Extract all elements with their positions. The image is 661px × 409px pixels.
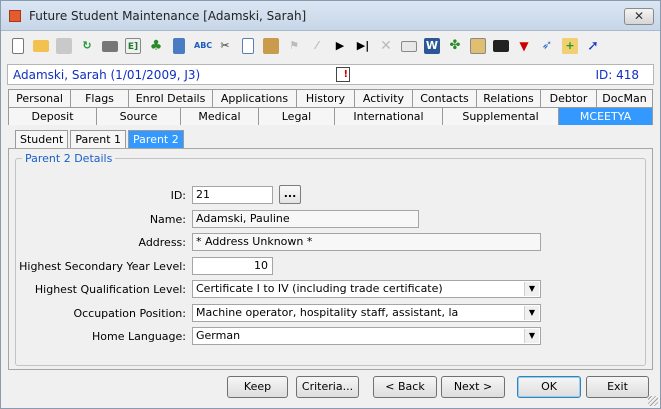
- play-icon[interactable]: ▶: [329, 35, 351, 57]
- tab-activity[interactable]: Activity: [354, 89, 412, 107]
- student-name: Adamski, Sarah (1/01/2009, J3): [13, 68, 201, 82]
- delete-icon[interactable]: ✕: [375, 35, 397, 57]
- next-button[interactable]: Next >: [441, 376, 505, 398]
- occupation-value: Machine operator, hospitality staff, ass…: [196, 306, 459, 319]
- chevron-down-icon[interactable]: ▼: [524, 329, 539, 343]
- group-title: Parent 2 Details: [22, 152, 116, 165]
- spellcheck-icon[interactable]: ABC: [191, 35, 213, 57]
- tab-relations[interactable]: Relations: [476, 89, 540, 107]
- occupation-select[interactable]: Machine operator, hospitality staff, ass…: [192, 304, 541, 322]
- word-icon[interactable]: W: [421, 35, 443, 57]
- tab-medical[interactable]: Medical: [180, 107, 258, 125]
- chevron-down-icon[interactable]: ▼: [524, 282, 539, 296]
- resize-grip[interactable]: [648, 396, 658, 406]
- subtab-student[interactable]: Student: [15, 130, 69, 149]
- line-icon[interactable]: ⁄: [306, 35, 328, 57]
- name-field: Adamski, Pauline: [192, 210, 419, 228]
- tab-deposit[interactable]: Deposit: [8, 107, 96, 125]
- add-note-icon[interactable]: +: [559, 35, 581, 57]
- tab-mceetya[interactable]: MCEETYA: [558, 107, 653, 125]
- ok-button[interactable]: OK: [517, 376, 581, 398]
- toolbar: ↻ E] ♣ ABC ✂ ⚑ ⁄ ▶ ▶| ✕ W ✤ ▼ ➶ + ➚: [3, 32, 658, 60]
- paste-icon[interactable]: [260, 35, 282, 57]
- inbox-icon[interactable]: ▼: [513, 35, 535, 57]
- main-window: Future Student Maintenance [Adamski, Sar…: [0, 0, 661, 409]
- tab-flags[interactable]: Flags: [70, 89, 128, 107]
- app-icon: [9, 10, 21, 22]
- subtab-parent-1[interactable]: Parent 1: [70, 130, 127, 149]
- address-field: * Address Unknown *: [192, 233, 541, 251]
- lookup-button[interactable]: ...: [279, 185, 301, 204]
- tab-supplemental[interactable]: Supplemental: [442, 107, 558, 125]
- clapper-icon[interactable]: [490, 35, 512, 57]
- pen-icon[interactable]: ➚: [582, 35, 604, 57]
- new-doc-icon[interactable]: [7, 35, 29, 57]
- tab-enrol-details[interactable]: Enrol Details: [128, 89, 212, 107]
- print-icon[interactable]: [99, 35, 121, 57]
- chevron-down-icon[interactable]: ▼: [524, 306, 539, 320]
- calculator-icon[interactable]: [168, 35, 190, 57]
- tree-icon[interactable]: ♣: [145, 35, 167, 57]
- refresh-icon[interactable]: ↻: [76, 35, 98, 57]
- tab-personal[interactable]: Personal: [8, 89, 70, 107]
- tab-history[interactable]: History: [296, 89, 354, 107]
- qualification-select[interactable]: Certificate I to IV (including trade cer…: [192, 280, 541, 298]
- keep-button[interactable]: Keep: [227, 376, 288, 398]
- back-button[interactable]: < Back: [373, 376, 437, 398]
- tab-source[interactable]: Source: [96, 107, 180, 125]
- report-icon[interactable]: [467, 35, 489, 57]
- skip-icon[interactable]: ▶|: [352, 35, 374, 57]
- qualification-label: Highest Qualification Level:: [34, 283, 186, 296]
- criteria-button[interactable]: Criteria...: [296, 376, 359, 398]
- name-label: Name:: [149, 213, 186, 226]
- tab-content-panel: Parent 2 Details ID: 21 ... Name: Adamsk…: [8, 148, 653, 370]
- tab-docman[interactable]: DocMan: [596, 89, 653, 107]
- copy-icon[interactable]: [237, 35, 259, 57]
- language-label: Home Language:: [92, 330, 186, 343]
- title-bar: Future Student Maintenance [Adamski, Sar…: [1, 1, 660, 31]
- alert-flag-icon[interactable]: !: [336, 67, 350, 82]
- tab-applications[interactable]: Applications: [212, 89, 296, 107]
- email-icon[interactable]: [398, 35, 420, 57]
- window-title: Future Student Maintenance [Adamski, Sar…: [29, 9, 307, 23]
- tab-international[interactable]: International: [334, 107, 442, 125]
- tab-row-2: Deposit Source Medical Legal Internation…: [8, 107, 653, 125]
- tab-row-1: Personal Flags Enrol Details Application…: [8, 89, 653, 107]
- save-icon[interactable]: [53, 35, 75, 57]
- student-header: Adamski, Sarah (1/01/2009, J3) ! ID: 418: [7, 64, 654, 85]
- secondary-year-label: Highest Secondary Year Level:: [19, 260, 186, 273]
- open-folder-icon[interactable]: [30, 35, 52, 57]
- id-field[interactable]: 21: [192, 186, 273, 204]
- tag-icon[interactable]: ➶: [536, 35, 558, 57]
- tab-contacts[interactable]: Contacts: [412, 89, 476, 107]
- language-select[interactable]: German ▼: [192, 327, 541, 345]
- cut-icon[interactable]: ✂: [214, 35, 236, 57]
- language-value: German: [196, 329, 241, 342]
- occupation-label: Occupation Position:: [73, 307, 186, 320]
- tab-legal[interactable]: Legal: [258, 107, 334, 125]
- network-icon[interactable]: ✤: [444, 35, 466, 57]
- tab-debtor[interactable]: Debtor: [540, 89, 596, 107]
- secondary-year-field[interactable]: 10: [192, 257, 273, 275]
- student-id: ID: 418: [595, 68, 639, 82]
- subtab-parent-2[interactable]: Parent 2: [128, 130, 184, 149]
- flag-icon[interactable]: ⚑: [283, 35, 305, 57]
- qualification-value: Certificate I to IV (including trade cer…: [196, 282, 443, 295]
- exit-button[interactable]: Exit: [586, 376, 649, 398]
- close-button[interactable]: ✕: [624, 8, 654, 25]
- id-label: ID:: [170, 189, 186, 202]
- edit-icon[interactable]: E]: [122, 35, 144, 57]
- address-label: Address:: [138, 236, 186, 249]
- parent-subtabs: Student Parent 1 Parent 2: [15, 130, 186, 149]
